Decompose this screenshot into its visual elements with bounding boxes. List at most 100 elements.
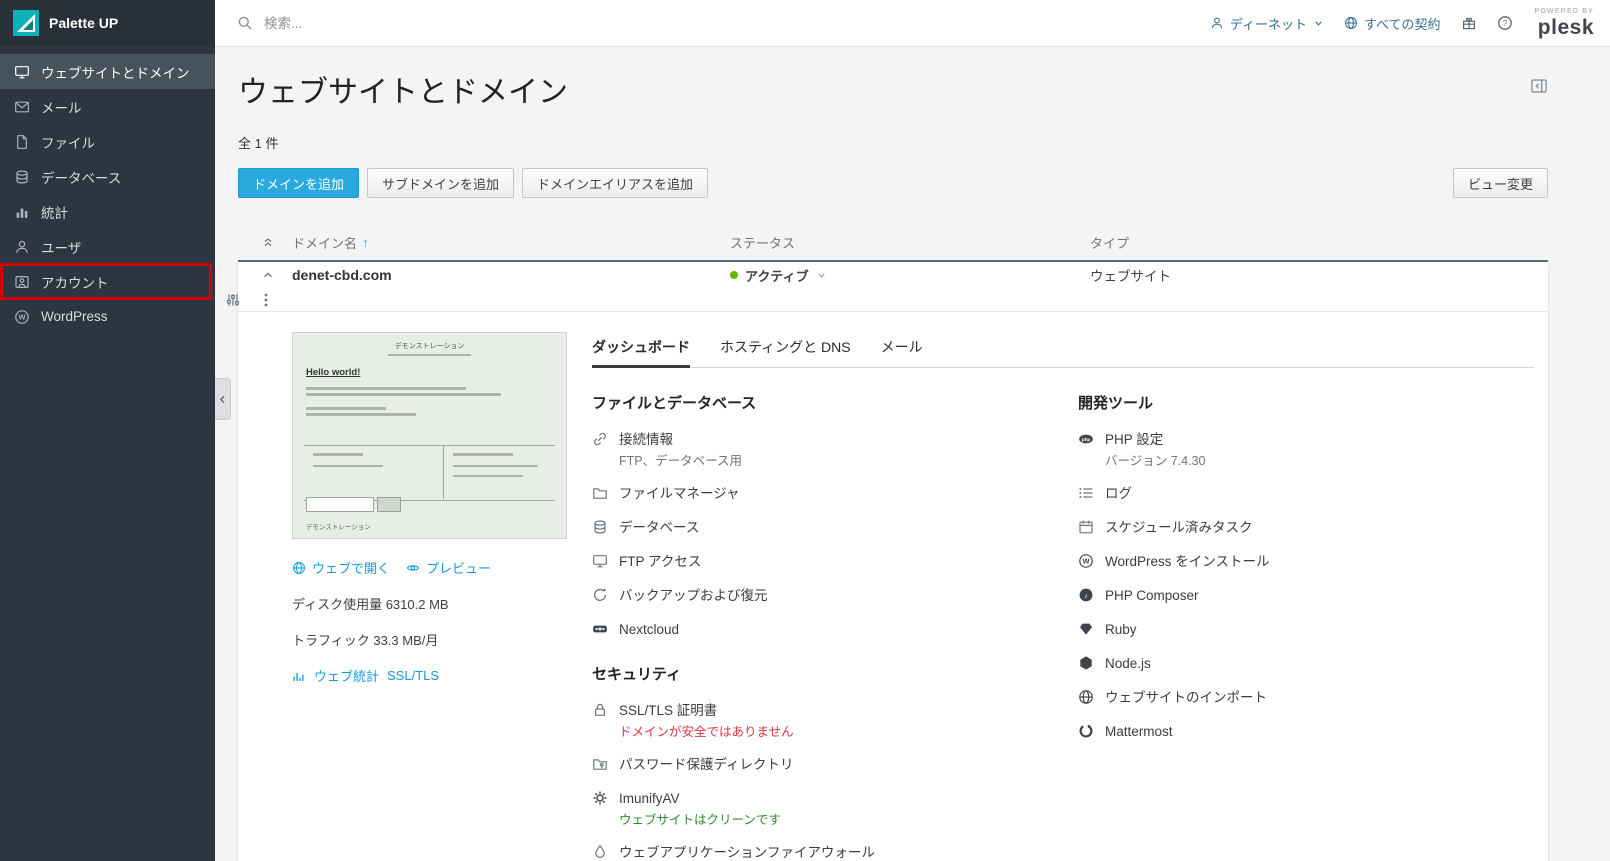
sidebar-item-account[interactable]: アカウント: [0, 264, 215, 299]
database-icon: [14, 169, 30, 185]
plesk-logo: plesk: [1537, 16, 1594, 39]
ruby-gem-icon: [1078, 621, 1094, 637]
stats-links: ウェブ統計 SSL/TLS: [292, 666, 567, 685]
account-card-icon: [14, 274, 30, 290]
item-mattermost[interactable]: Mattermost: [1078, 722, 1534, 741]
kebab-menu-icon[interactable]: [258, 292, 274, 308]
item-file-manager[interactable]: ファイルマネージャ: [592, 484, 1048, 503]
sidebar-item-wordpress[interactable]: WordPress: [0, 299, 215, 334]
main-area: ディーネット すべての契約 POWERED BY plesk: [215, 0, 1610, 861]
preview-links: ウェブで開く プレビュー: [292, 558, 567, 577]
item-php-settings[interactable]: PHP 設定 バージョン 7.4.30: [1078, 430, 1534, 469]
tab-mail[interactable]: メール: [881, 332, 923, 368]
plesk-branding: POWERED BY plesk: [1535, 8, 1594, 38]
folder-icon: [592, 485, 608, 501]
item-php-composer[interactable]: PHP Composer: [1078, 586, 1534, 605]
sidebar-item-databases[interactable]: データベース: [0, 159, 215, 194]
topbar: ディーネット すべての契約 POWERED BY plesk: [215, 0, 1610, 47]
page-title: ウェブサイトとドメイン: [238, 76, 568, 109]
item-nodejs[interactable]: Node.js: [1078, 654, 1534, 673]
add-domain-button[interactable]: ドメインを追加: [238, 168, 360, 198]
item-subtext: FTP、データベース用: [619, 454, 742, 468]
nodejs-hexagon-icon: [1078, 655, 1094, 671]
item-label: Ruby: [1105, 622, 1137, 637]
item-label: SSL/TLS 証明書: [619, 703, 718, 718]
preview-link[interactable]: プレビュー: [406, 558, 491, 577]
status-dropdown[interactable]: アクティブ: [730, 266, 1090, 285]
item-label: PHP 設定: [1105, 432, 1164, 447]
subscriptions-menu[interactable]: すべての契約: [1344, 14, 1441, 33]
double-chevron-up-icon: [261, 235, 275, 249]
help-button[interactable]: [1497, 15, 1513, 31]
domain-name[interactable]: denet-cbd.com: [292, 267, 730, 283]
thumb-site-title: デモンストレーション: [394, 343, 465, 350]
item-ok-text: ウェブサイトはクリーンです: [619, 813, 781, 827]
item-label: バックアップおよび復元: [619, 588, 768, 603]
add-domain-alias-button[interactable]: ドメインエイリアスを追加: [522, 168, 709, 198]
open-in-web-link[interactable]: ウェブで開く: [292, 558, 390, 577]
add-subdomain-button[interactable]: サブドメインを追加: [367, 168, 515, 198]
settings-sliders-icon[interactable]: [225, 292, 241, 308]
item-label: PHP Composer: [1105, 588, 1199, 603]
sidebar-item-label: アカウント: [41, 275, 109, 291]
item-password-protected-dirs[interactable]: パスワード保護ディレクトリ: [592, 755, 1048, 774]
sidebar-item-label: ファイル: [41, 135, 95, 151]
sidebar-item-mail[interactable]: メール: [0, 89, 215, 124]
collapse-all-button[interactable]: [238, 235, 292, 249]
item-warning-text: ドメインが安全ではありません: [619, 725, 794, 739]
item-web-application-firewall[interactable]: ウェブアプリケーションファイアウォール: [592, 843, 1048, 861]
lock-icon: [592, 702, 608, 718]
column-header-type: タイプ: [1090, 235, 1130, 251]
item-label: スケジュール済みタスク: [1105, 520, 1253, 535]
chevron-down-icon: [816, 270, 827, 281]
open-in-web-label: ウェブで開く: [312, 561, 391, 576]
item-ssl-certificates[interactable]: SSL/TLS 証明書 ドメインが安全ではありません: [592, 701, 1048, 740]
ssl-tls-link[interactable]: SSL/TLS: [387, 668, 439, 683]
user-menu[interactable]: ディーネット: [1210, 14, 1324, 33]
tab-dashboard[interactable]: ダッシュボード: [592, 332, 690, 368]
collapse-row-button[interactable]: [238, 268, 292, 282]
sort-ascending-icon: ↑: [362, 234, 369, 250]
change-view-button[interactable]: ビュー変更: [1452, 168, 1548, 198]
sidebar-item-statistics[interactable]: 統計: [0, 194, 215, 229]
item-logs[interactable]: ログ: [1078, 484, 1534, 503]
composer-icon: [1078, 587, 1094, 603]
item-databases[interactable]: データベース: [592, 518, 1048, 537]
brand-home-link[interactable]: Palette UP: [0, 0, 215, 46]
item-label: ログ: [1105, 486, 1132, 501]
column-header-domain[interactable]: ドメイン名 ↑: [292, 233, 730, 252]
item-scheduled-tasks[interactable]: スケジュール済みタスク: [1078, 518, 1534, 537]
eye-icon: [406, 561, 420, 575]
toolbar: ドメインを追加 サブドメインを追加 ドメインエイリアスを追加 ビュー変更: [238, 168, 1548, 198]
item-backup-restore[interactable]: バックアップおよび復元: [592, 586, 1048, 605]
item-website-import[interactable]: ウェブサイトのインポート: [1078, 688, 1534, 707]
sidebar-item-websites-domains[interactable]: ウェブサイトとドメイン: [0, 54, 215, 89]
search-input[interactable]: [262, 14, 586, 32]
item-ftp-access[interactable]: FTP アクセス: [592, 552, 1048, 571]
sidebar-item-users[interactable]: ユーザ: [0, 229, 215, 264]
topbar-right: ディーネット すべての契約 POWERED BY plesk: [1210, 8, 1594, 38]
sidebar-item-label: WordPress: [41, 309, 108, 324]
tab-hosting-dns[interactable]: ホスティングと DNS: [720, 332, 851, 368]
web-statistics-link[interactable]: ウェブ統計: [314, 666, 379, 685]
item-nextcloud[interactable]: Nextcloud: [592, 620, 1048, 639]
item-ruby[interactable]: Ruby: [1078, 620, 1534, 639]
item-connection-info[interactable]: 接続情報 FTP、データベース用: [592, 430, 1048, 469]
item-install-wordpress[interactable]: WordPress をインストール: [1078, 552, 1534, 571]
site-preview-thumbnail[interactable]: デモンストレーション Hello world! デモンストレーション: [292, 332, 567, 539]
protected-folder-icon: [592, 756, 608, 772]
brand-logo-icon: [13, 10, 39, 36]
sidebar-collapse-handle[interactable]: [215, 378, 231, 420]
whats-new-button[interactable]: [1461, 15, 1477, 31]
monitor-icon: [14, 64, 30, 80]
domain-row: denet-cbd.com アクティブ ウェブサイト: [238, 262, 1548, 312]
user-icon: [1210, 16, 1224, 30]
item-imunifyav[interactable]: ImunifyAV ウェブサイトはクリーンです: [592, 789, 1048, 828]
dashboard-sections: ファイルとデータベース 接続情報 FTP、データベース用 ファイルマネージャ デ…: [592, 368, 1534, 861]
dashboard-right-column: 開発ツール PHP 設定 バージョン 7.4.30 ログ スケジュール済みタスク…: [1078, 368, 1534, 756]
mail-icon: [14, 99, 30, 115]
collapse-panel-button[interactable]: [1530, 77, 1548, 95]
status-label: アクティブ: [745, 268, 809, 284]
sidebar-item-files[interactable]: ファイル: [0, 124, 215, 159]
chevron-left-icon: [217, 394, 228, 405]
